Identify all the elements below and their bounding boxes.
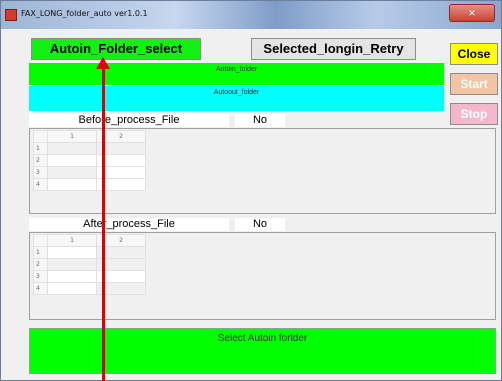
table-cell[interactable] bbox=[47, 258, 97, 271]
window-title: FAX_LONG_folder_auto ver1.0.1 bbox=[21, 9, 148, 18]
table-cell[interactable] bbox=[47, 282, 97, 295]
annotation-arrow-line bbox=[102, 63, 105, 381]
after-process-file-label: After_process_File bbox=[29, 218, 229, 231]
stop-button[interactable]: Stop bbox=[450, 103, 498, 125]
row-header: 1 bbox=[33, 246, 48, 259]
table-cell[interactable] bbox=[47, 270, 97, 283]
selected-login-retry-button[interactable]: Selected_longin_Retry bbox=[251, 38, 416, 60]
app-window: FAX_LONG_folder_auto ver1.0.1 ✕ Autoin_F… bbox=[0, 0, 502, 381]
close-button[interactable]: Close bbox=[450, 43, 498, 65]
row-header: 2 bbox=[33, 154, 48, 167]
autoin-folder-path: Autoin_folder bbox=[29, 63, 444, 85]
table-row[interactable]: 2 bbox=[33, 258, 146, 271]
start-button[interactable]: Start bbox=[450, 73, 498, 95]
table-row[interactable]: 2 bbox=[33, 154, 146, 167]
row-header: 2 bbox=[33, 258, 48, 271]
row-header: 1 bbox=[33, 142, 48, 155]
column-header[interactable]: 1 bbox=[47, 234, 97, 247]
row-header: 4 bbox=[33, 178, 48, 191]
table-cell[interactable] bbox=[47, 142, 97, 155]
row-header: 4 bbox=[33, 282, 48, 295]
row-header: 3 bbox=[33, 166, 48, 179]
before-file-table[interactable]: 1 2 1 2 3 4 bbox=[29, 128, 496, 214]
table-corner bbox=[33, 234, 48, 247]
table-row[interactable]: 1 bbox=[33, 246, 146, 259]
window-close-icon[interactable]: ✕ bbox=[449, 4, 495, 22]
after-file-table[interactable]: 1 2 1 2 3 4 bbox=[29, 232, 496, 320]
table-cell[interactable] bbox=[47, 154, 97, 167]
autoin-folder-select-button[interactable]: Autoin_Folder_select bbox=[31, 38, 201, 60]
row-header: 3 bbox=[33, 270, 48, 283]
table-corner bbox=[33, 130, 48, 143]
table-row[interactable]: 3 bbox=[33, 166, 146, 179]
before-process-file-label: Before_process_File bbox=[29, 114, 229, 127]
before-count-label: No bbox=[235, 114, 285, 127]
app-icon bbox=[5, 9, 17, 21]
table-row[interactable]: 4 bbox=[33, 282, 146, 295]
table-row[interactable]: 3 bbox=[33, 270, 146, 283]
table-cell[interactable] bbox=[47, 178, 97, 191]
status-message: Select Autoin forlder bbox=[29, 328, 496, 374]
annotation-arrow-head bbox=[96, 57, 110, 69]
table-row[interactable]: 1 bbox=[33, 142, 146, 155]
after-count-label: No bbox=[235, 218, 285, 231]
table-row[interactable]: 4 bbox=[33, 178, 146, 191]
table-cell[interactable] bbox=[47, 246, 97, 259]
title-bar: FAX_LONG_folder_auto ver1.0.1 ✕ bbox=[1, 1, 501, 29]
column-header[interactable]: 1 bbox=[47, 130, 97, 143]
table-cell[interactable] bbox=[47, 166, 97, 179]
autoout-folder-path: Autoout_folder bbox=[29, 86, 444, 111]
